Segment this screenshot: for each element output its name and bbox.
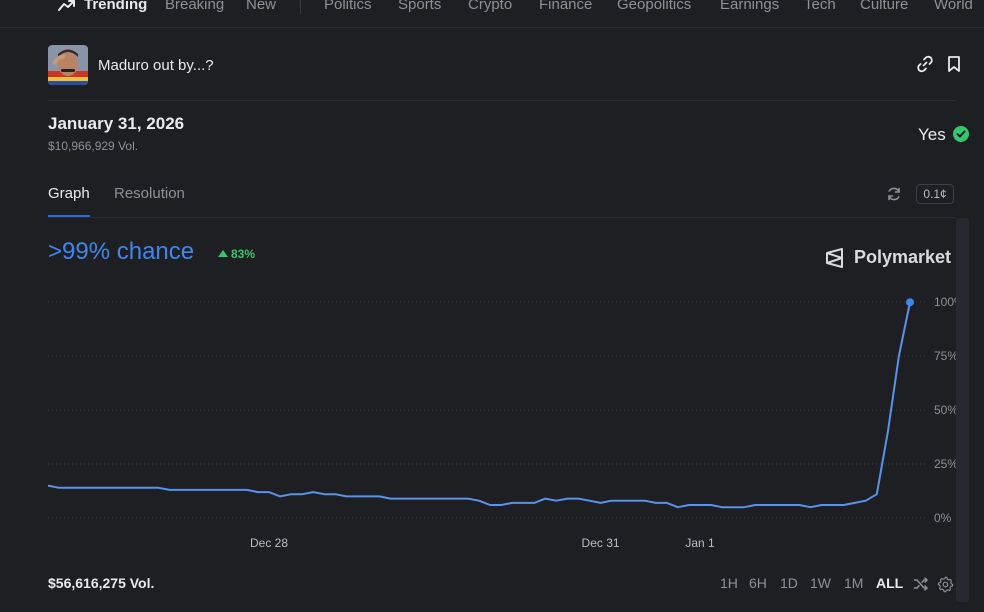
y-tick-label: 50% [934, 403, 958, 417]
tab-graph[interactable]: Graph [48, 185, 90, 202]
y-tick-label: 75% [934, 349, 958, 363]
y-tick-label: 25% [934, 457, 958, 471]
chance-delta: 83% [218, 247, 255, 261]
x-tick-label: Dec 31 [582, 536, 620, 550]
nav-item-trending[interactable]: Trending [58, 0, 147, 13]
nav-item-world[interactable]: World [934, 0, 973, 13]
bookmark-icon[interactable] [946, 55, 962, 73]
outcome-label: Yes [918, 125, 946, 144]
nav-divider [300, 0, 301, 14]
range-button-6h[interactable]: 6H [749, 575, 767, 591]
range-button-1w[interactable]: 1W [810, 575, 831, 591]
nav-item-crypto[interactable]: Crypto [468, 0, 512, 13]
nav-item-finance[interactable]: Finance [539, 0, 592, 13]
brand-name: Polymarket [854, 247, 952, 267]
shuffle-icon[interactable] [913, 576, 929, 592]
polymarket-logo-icon [826, 248, 843, 268]
x-tick-label: Jan 1 [685, 536, 715, 550]
series-line [47, 301, 911, 509]
nav-item-geopolitics[interactable]: Geopolitics [617, 0, 691, 13]
arrow-up-icon [218, 250, 228, 257]
y-tick-label: 0% [934, 511, 952, 525]
refresh-icon[interactable] [886, 186, 902, 202]
tabs-divider [48, 217, 956, 218]
range-button-1m[interactable]: 1M [844, 575, 863, 591]
nav-item-politics[interactable]: Politics [324, 0, 372, 13]
outcome-volume: $10,966,929 Vol. [48, 139, 139, 153]
top-nav: Trending Breaking New Politics Sports Cr… [0, 0, 984, 28]
header-divider [48, 100, 956, 101]
range-button-all[interactable]: ALL [876, 575, 903, 591]
nav-item-earnings[interactable]: Earnings [720, 0, 779, 13]
nav-item-label: Trending [84, 0, 148, 13]
nav-item-tech[interactable]: Tech [804, 0, 836, 13]
nav-item-culture[interactable]: Culture [860, 0, 908, 13]
outcome-date: January 31, 2026 [48, 114, 185, 133]
x-tick-label: Dec 28 [250, 536, 288, 550]
nav-item-new[interactable]: New [246, 0, 276, 13]
portrait-image [48, 45, 88, 85]
trending-icon [58, 0, 75, 12]
check-circle-icon [953, 126, 969, 142]
link-icon[interactable] [916, 55, 934, 73]
range-button-1h[interactable]: 1H [720, 575, 738, 591]
tick-size-badge[interactable]: 0.1¢ [916, 184, 954, 204]
scrollbar[interactable] [956, 218, 969, 602]
price-chart[interactable]: 100%75%50%25%0%Dec 28 Dec 31 Jan 1 [0, 280, 984, 560]
chance-delta-value: 83% [231, 247, 256, 261]
tab-resolution[interactable]: Resolution [114, 185, 185, 202]
gear-icon[interactable] [937, 576, 954, 593]
market-title: Maduro out by...? [98, 57, 214, 74]
market-header: Maduro out by...? [48, 45, 960, 85]
nav-item-breaking[interactable]: Breaking [165, 0, 224, 13]
total-volume: $56,616,275 Vol. [48, 575, 155, 591]
nav-item-sports[interactable]: Sports [398, 0, 441, 13]
range-button-1d[interactable]: 1D [780, 575, 798, 591]
last-point-marker [906, 298, 914, 307]
chance-value: >99% chance [48, 238, 195, 265]
market-thumbnail[interactable] [48, 45, 88, 85]
